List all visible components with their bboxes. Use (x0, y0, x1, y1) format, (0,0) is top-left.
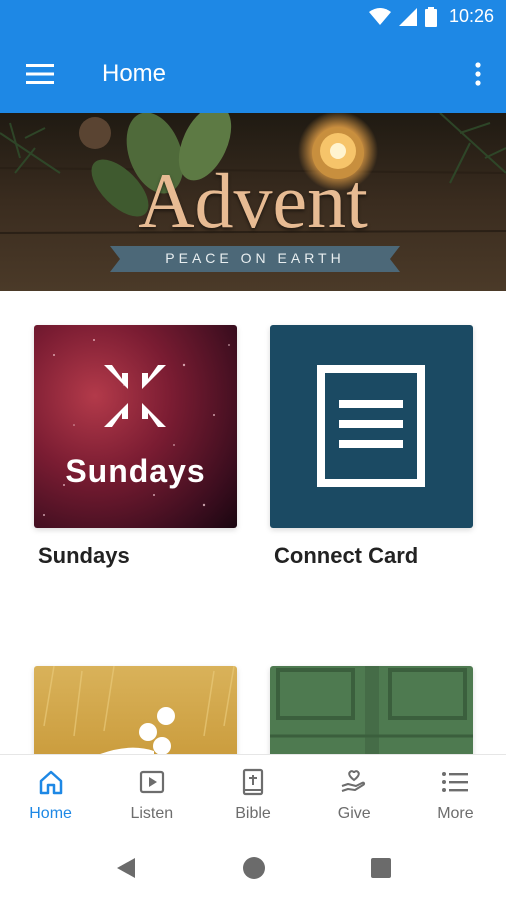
system-navigation-bar (0, 834, 506, 900)
status-bar: 10:26 (0, 0, 506, 36)
nav-label-home: Home (29, 805, 72, 822)
bible-icon (238, 767, 268, 797)
card-door[interactable] (270, 666, 473, 754)
card-label-sundays: Sundays (38, 543, 130, 568)
nav-label-bible: Bible (235, 805, 271, 822)
connect-card-image (270, 325, 473, 528)
nav-item-give[interactable]: Give (304, 755, 405, 834)
sundays-card-image: Sundays (34, 325, 237, 528)
overflow-menu-button[interactable] (466, 56, 490, 92)
nav-item-more[interactable]: More (405, 755, 506, 834)
nav-label-listen: Listen (130, 805, 174, 822)
wheat-card-image (34, 666, 237, 754)
nav-label-give: Give (337, 805, 371, 822)
recents-square-icon (371, 858, 391, 878)
nav-item-bible[interactable]: Bible (202, 755, 303, 834)
system-back-button[interactable] (112, 854, 140, 882)
signal-icon (398, 7, 417, 26)
page-title: Home (102, 60, 167, 87)
banner-title: Advent (138, 157, 368, 244)
list-icon (440, 767, 470, 797)
card-connect-card[interactable]: Connect Card (270, 325, 473, 575)
system-recents-button[interactable] (367, 854, 395, 882)
hamburger-icon (26, 64, 54, 84)
content-grid: Sundays Sundays Connect Card (0, 291, 506, 754)
door-card-image (270, 666, 473, 754)
church-logo-icon (104, 365, 166, 427)
document-icon (317, 365, 425, 487)
home-icon (36, 767, 66, 797)
nav-item-listen[interactable]: Listen (101, 755, 202, 834)
play-icon (137, 767, 167, 797)
system-home-button[interactable] (240, 854, 268, 882)
advent-banner[interactable]: Advent PEACE ON EARTH (0, 113, 506, 291)
door-texture (270, 666, 473, 754)
bottom-navigation: Home Listen Bible Give More (0, 754, 506, 834)
menu-button[interactable] (20, 56, 60, 92)
battery-icon (424, 6, 437, 27)
nav-item-home[interactable]: Home (0, 755, 101, 834)
wifi-icon (368, 7, 391, 25)
banner-subtitle: PEACE ON EARTH (165, 250, 345, 266)
give-icon (339, 767, 369, 797)
app-bar: Home (0, 36, 506, 113)
card-wheat[interactable] (34, 666, 237, 754)
status-time: 10:26 (448, 6, 494, 26)
card-label-connect-card: Connect Card (274, 543, 419, 568)
back-triangle-icon (117, 858, 135, 878)
home-circle-icon (243, 857, 265, 879)
sundays-image-text: Sundays (65, 453, 206, 489)
nav-label-more: More (437, 805, 474, 822)
wheat-texture (43, 666, 235, 754)
card-sundays[interactable]: Sundays Sundays (34, 325, 237, 575)
status-icons: 10:26 (368, 6, 494, 27)
more-vert-icon (475, 62, 481, 86)
